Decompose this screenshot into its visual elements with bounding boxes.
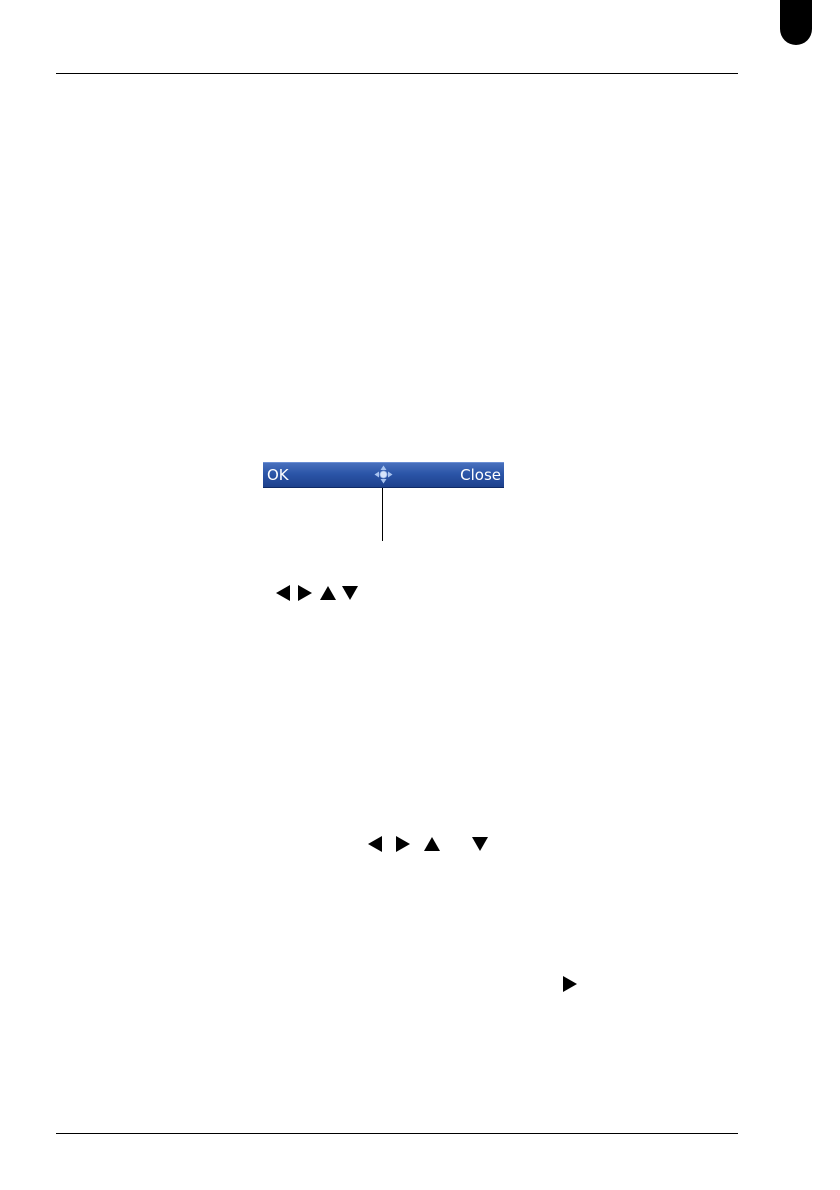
arrow-icon-single [563, 976, 579, 994]
left-arrow-icon [368, 836, 382, 852]
navigation-4way-icon [374, 465, 393, 484]
up-arrow-icon [320, 586, 336, 600]
left-arrow-icon [276, 585, 290, 601]
header-rule [56, 73, 738, 74]
arrow-icons-row-1 [276, 585, 360, 603]
down-arrow-icon [472, 837, 488, 851]
close-softkey-label: Close [460, 466, 501, 484]
up-arrow-icon [424, 837, 440, 851]
page-corner-tab [780, 0, 812, 45]
arrow-icons-row-2 [368, 836, 492, 854]
right-arrow-icon [396, 836, 410, 852]
right-arrow-icon [563, 976, 577, 992]
ok-softkey-label: OK [267, 466, 289, 484]
footer-rule [56, 1133, 738, 1134]
down-arrow-icon [342, 586, 358, 600]
right-arrow-icon [298, 585, 312, 601]
softkey-bar: OK Close [263, 462, 504, 488]
callout-line [382, 488, 383, 541]
